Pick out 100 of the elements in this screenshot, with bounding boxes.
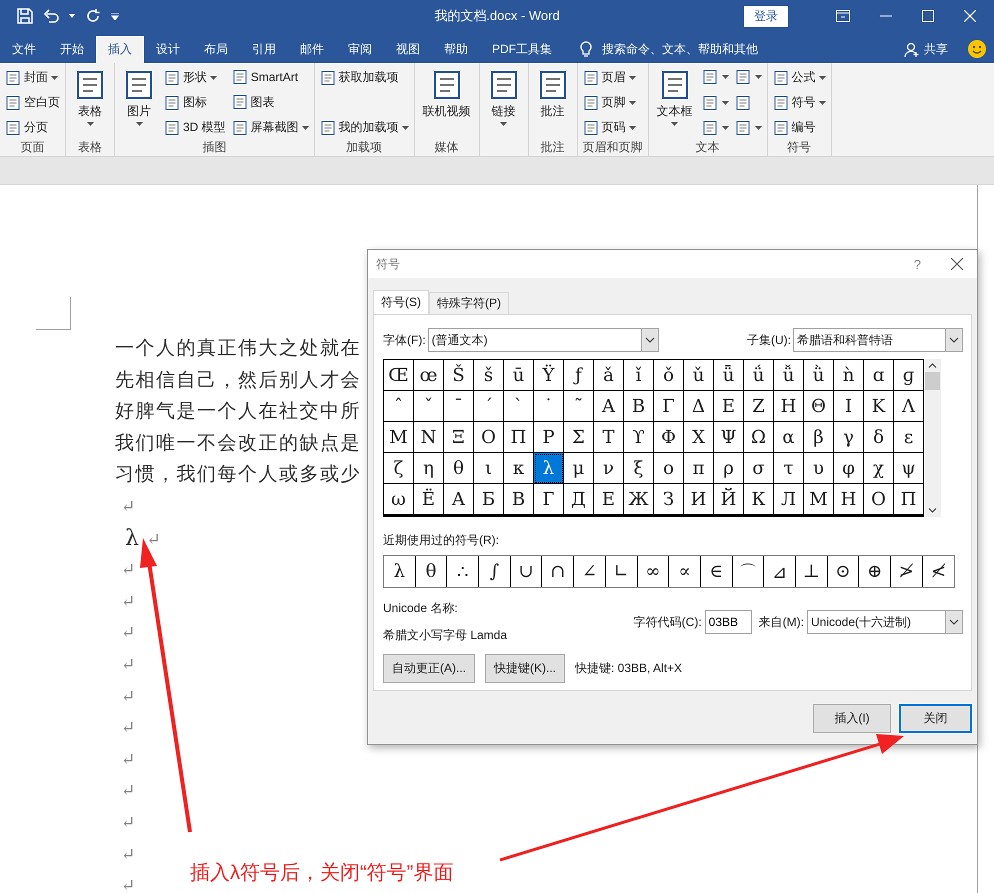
symbol-cell[interactable]: Ξ [444, 422, 474, 453]
symbol-cell[interactable]: Г [534, 484, 564, 515]
ribbon-tab[interactable]: 审阅 [336, 36, 384, 63]
symbol-cell[interactable]: Β [624, 391, 654, 422]
symbol-cell[interactable]: ǎ [594, 360, 624, 391]
symbol-cell[interactable]: Д [564, 484, 594, 515]
symbol-cell[interactable]: ˊ [474, 391, 504, 422]
symbol-cell[interactable]: К [744, 484, 774, 515]
ribbon-tab[interactable]: 帮助 [432, 36, 480, 63]
ribbon-button[interactable]: 文本框 [654, 69, 696, 126]
symbol-cell[interactable]: А [444, 484, 474, 515]
symbol-cell[interactable]: η [414, 453, 444, 484]
chevron-up-icon[interactable] [928, 363, 937, 368]
symbol-cell[interactable]: ɑ [864, 360, 894, 391]
symbol-cell[interactable]: Ω [744, 422, 774, 453]
ribbon-button[interactable]: 页眉 [582, 69, 636, 86]
symbol-cell[interactable]: ˋ [504, 391, 534, 422]
symbol-cell[interactable]: Л [774, 484, 804, 515]
symbol-cell[interactable]: ˙ [534, 391, 564, 422]
ribbon-button[interactable]: 符号 [772, 94, 826, 111]
ribbon-tab[interactable]: PDF工具集 [480, 36, 564, 63]
ribbon-display-icon[interactable] [836, 10, 850, 22]
symbol-cell[interactable]: ο [654, 453, 684, 484]
symbol-cell[interactable]: Ζ [744, 391, 774, 422]
char-code-field[interactable]: 03BB [704, 610, 752, 634]
shortcut-key-button[interactable]: 快捷键(K)... [485, 654, 565, 683]
symbol-cell[interactable]: Н [834, 484, 864, 515]
save-icon[interactable] [17, 8, 33, 24]
help-button[interactable]: ? [914, 256, 921, 272]
symbol-cell[interactable]: Σ [564, 422, 594, 453]
from-dropdown[interactable]: Unicode(十六进制) [807, 610, 963, 634]
symbol-cell[interactable]: π [684, 453, 714, 484]
symbol-cell[interactable]: Φ [654, 422, 684, 453]
autocorrect-button[interactable]: 自动更正(A)... [383, 654, 475, 683]
symbol-cell[interactable]: ˆ [384, 391, 414, 422]
symbol-cell[interactable]: Š [444, 360, 474, 391]
chevron-down-icon[interactable] [928, 508, 937, 513]
symbol-cell[interactable]: Ÿ [534, 360, 564, 391]
symbol-cell[interactable]: ξ [624, 453, 654, 484]
symbol-cell[interactable]: И [684, 484, 714, 515]
ribbon-button[interactable] [734, 69, 762, 85]
caret-icon[interactable] [69, 14, 75, 18]
symbol-cell[interactable]: ǚ [774, 360, 804, 391]
ribbon-button[interactable] [702, 69, 729, 85]
symbol-cell[interactable]: œ [414, 360, 444, 391]
symbol-cell[interactable]: Ε [714, 391, 744, 422]
symbol-cell[interactable]: υ [804, 453, 834, 484]
symbol-cell[interactable]: Μ [384, 422, 414, 453]
ribbon-button[interactable]: 表格 [71, 69, 109, 126]
symbol-cell[interactable]: μ [564, 453, 594, 484]
symbol-cell[interactable]: σ [744, 453, 774, 484]
ribbon-tab[interactable]: 插入 [96, 36, 144, 63]
ribbon-button[interactable]: 我的加载项 [320, 119, 409, 136]
ribbon-button[interactable] [702, 94, 729, 110]
symbol-cell[interactable]: Θ [804, 391, 834, 422]
symbol-cell[interactable]: τ [774, 453, 804, 484]
symbol-cell[interactable]: Ι [834, 391, 864, 422]
ribbon-button[interactable]: 图片 [120, 69, 158, 126]
symbol-cell[interactable]: ˜ [564, 391, 594, 422]
symbol-cell[interactable]: ι [474, 453, 504, 484]
symbol-cell[interactable]: ǖ [714, 360, 744, 391]
symbol-cell[interactable]: š [474, 360, 504, 391]
symbol-cell[interactable]: Б [474, 484, 504, 515]
ribbon-button[interactable]: 图表 [232, 94, 309, 110]
symbol-cell[interactable]: Ё [414, 484, 444, 515]
customize-icon[interactable] [111, 12, 119, 20]
ribbon-button[interactable]: 链接 [484, 69, 523, 126]
ribbon-button[interactable]: 图标 [164, 94, 226, 111]
symbol-cell[interactable]: Π [504, 422, 534, 453]
symbol-cell[interactable]: Ο [474, 422, 504, 453]
scrollbar[interactable] [924, 359, 941, 517]
subset-dropdown[interactable]: 希腊语和科普特语 [793, 328, 963, 352]
symbol-cell[interactable]: Е [594, 484, 624, 515]
symbol-cell[interactable]: ρ [714, 453, 744, 484]
ribbon-button[interactable]: 页码 [582, 119, 636, 136]
symbol-cell[interactable]: ū [504, 360, 534, 391]
symbol-cell[interactable]: ǒ [654, 360, 684, 391]
symbol-cell[interactable]: Ν [414, 422, 444, 453]
symbol-cell[interactable]: ǹ [834, 360, 864, 391]
ribbon-tab[interactable]: 引用 [240, 36, 288, 63]
font-dropdown[interactable]: (普通文本) [428, 328, 659, 352]
symbol-cell[interactable]: ν [594, 453, 624, 484]
symbol-cell[interactable]: ˉ [444, 391, 474, 422]
ribbon-button[interactable] [734, 120, 762, 136]
ribbon-tab[interactable]: 开始 [48, 36, 96, 63]
symbol-cell[interactable]: ϒ [624, 422, 654, 453]
symbol-cell[interactable]: θ [444, 453, 474, 484]
symbol-cell[interactable]: ǘ [744, 360, 774, 391]
ribbon-tab[interactable]: 设计 [144, 36, 192, 63]
ribbon-button[interactable]: 编号 [772, 119, 826, 136]
scroll-thumb[interactable] [925, 372, 940, 390]
symbol-cell[interactable]: ƒ [564, 360, 594, 391]
symbol-cell[interactable]: М [804, 484, 834, 515]
symbol-cell[interactable]: α [774, 422, 804, 453]
ribbon-button[interactable]: 3D 模型 [164, 119, 226, 136]
ribbon-tab[interactable]: 邮件 [288, 36, 336, 63]
symbol-cell[interactable]: ǜ [804, 360, 834, 391]
share-button[interactable]: 共享 [904, 36, 948, 63]
ribbon-tab[interactable]: 视图 [384, 36, 432, 63]
symbol-cell[interactable]: ˇ [414, 391, 444, 422]
